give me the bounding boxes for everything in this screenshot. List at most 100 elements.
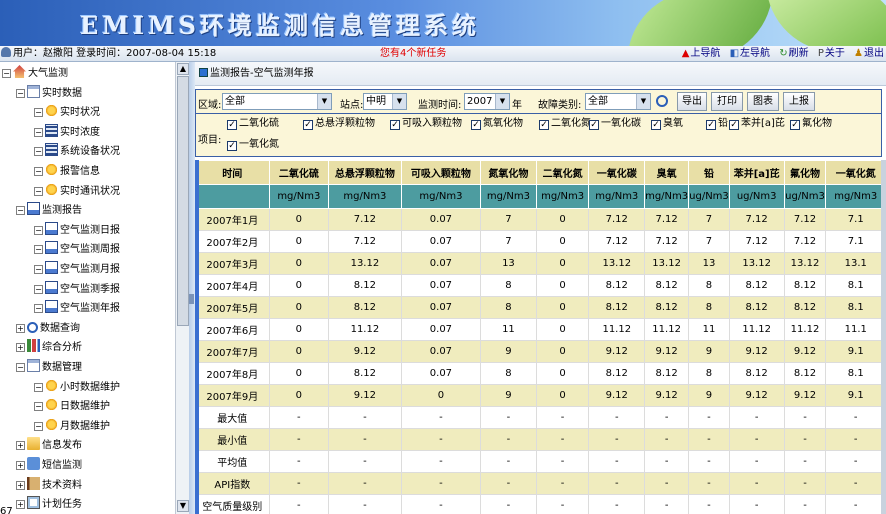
expand-icon[interactable]: + [16,500,25,510]
expand-icon[interactable]: + [16,480,25,490]
collapse-icon[interactable]: − [34,265,43,274]
tree-item[interactable]: − 系统设备状况 [34,143,120,161]
column-header[interactable]: 二氧化氮 [535,160,590,185]
tree-item[interactable]: − 实时浓度 [34,123,100,142]
column-header[interactable]: 氮氧化物 [480,160,537,185]
tree-item[interactable]: − 数据管理 [16,359,82,377]
collapse-icon[interactable]: − [34,284,43,294]
checkbox-check-icon[interactable]: ✓ [390,120,400,130]
expand-icon[interactable]: + [16,343,25,353]
checkbox-check-icon[interactable]: ✓ [651,120,661,130]
item-checkbox[interactable]: ✓ 可吸入颗粒物 [390,117,462,131]
item-checkbox[interactable]: ✓ 一氧化氮 [227,138,279,152]
column-header[interactable]: 总悬浮颗粒物 [328,160,402,185]
tree-item[interactable]: + 综合分析 [16,339,82,357]
scroll-thumb[interactable] [177,76,189,326]
checkbox-check-icon[interactable]: ✓ [227,120,237,130]
tree-item[interactable]: − 空气监测季报 [34,280,120,299]
collapse-icon[interactable]: − [34,245,43,255]
collapse-icon[interactable]: − [2,69,11,78]
about-button[interactable]: P关于 [818,48,845,59]
checkbox-check-icon[interactable]: ✓ [706,120,716,130]
tree-item[interactable]: + 计划任务 [16,496,82,514]
item-checkbox[interactable]: ✓ 臭氧 [651,117,683,131]
tree-item[interactable]: + 信息发布 [16,437,82,455]
collapse-icon[interactable]: − [34,127,43,137]
column-header[interactable]: 二氧化硫 [268,160,330,185]
tree-item[interactable]: + 数据查询 [16,320,80,338]
collapse-icon[interactable]: − [34,147,43,157]
tree-item[interactable]: − 实时通讯状况 [34,182,120,201]
tree-item[interactable]: + 短信监测 [16,457,82,475]
report-button[interactable]: 上报 [783,92,815,111]
tree-item[interactable]: − 月数据维护 [34,417,110,436]
collapse-icon[interactable]: − [34,382,43,392]
checkbox-check-icon[interactable]: ✓ [227,141,237,151]
region-select[interactable]: 全部 ▼ [222,93,332,110]
item-checkbox[interactable]: ✓ 总悬浮颗粒物 [303,117,375,131]
tree-item[interactable]: − 实时状况 [34,104,100,122]
tree-item[interactable]: − 空气监测年报 [34,300,120,318]
column-header[interactable]: 铅 [688,160,730,185]
column-header[interactable]: 氟化物 [783,160,827,185]
item-checkbox[interactable]: ✓ 铅 [706,117,728,131]
item-checkbox[interactable]: ✓ 一氧化碳 [589,117,641,131]
tree-item[interactable]: − 小时数据维护 [34,378,120,397]
checkbox-check-icon[interactable]: ✓ [303,120,313,130]
collapse-icon[interactable]: − [34,167,43,176]
export-button[interactable]: 导出 [677,92,707,111]
left-nav-button[interactable]: ◧左导航 [730,48,770,59]
station-select[interactable]: 中明 ▼ [363,93,407,110]
tree-item[interactable]: − 报警信息 [34,163,100,181]
chart-button[interactable]: 图表 [747,92,779,111]
fault-select[interactable]: 全部 ▼ [585,93,651,110]
collapse-icon[interactable]: − [34,304,43,314]
column-header[interactable]: 一氧化碳 [588,160,646,185]
left-scrollbar[interactable]: ▲ ▼ [175,62,189,514]
column-header[interactable]: 可吸入颗粒物 [400,160,482,185]
collapse-icon[interactable]: − [34,225,43,235]
collapse-icon[interactable]: − [34,108,43,118]
tree-item[interactable]: − 监测报告 [16,202,82,220]
tree-item[interactable]: − 日数据维护 [34,398,110,416]
collapse-icon[interactable]: − [34,402,43,412]
item-checkbox[interactable]: ✓ 二氧化硫 [227,117,279,131]
tree-item[interactable]: − 大气监测 [2,65,68,83]
scroll-down-arrow-icon[interactable]: ▼ [177,500,189,512]
expand-icon[interactable]: + [16,461,25,470]
checkbox-check-icon[interactable]: ✓ [729,120,739,130]
expand-icon[interactable]: + [16,323,25,333]
collapse-icon[interactable]: − [34,186,43,196]
tree-item[interactable]: − 空气监测周报 [34,241,120,259]
column-header[interactable]: 苯并[a]芘 [728,160,785,185]
checkbox-check-icon[interactable]: ✓ [471,120,481,130]
tree-item[interactable]: + 技术资料 [16,476,82,495]
table-scrollbar[interactable] [881,160,886,514]
column-header[interactable]: 一氧化氮 [825,160,886,185]
scroll-up-arrow-icon[interactable]: ▲ [177,63,189,75]
exit-button[interactable]: ♟退出 [854,48,884,59]
top-nav-button[interactable]: ▲上导航 [682,48,721,59]
tree-item[interactable]: − 空气监测月报 [34,261,120,279]
splitter-grip-icon[interactable] [189,294,194,304]
tree-item[interactable]: − 空气监测日报 [34,221,120,240]
item-checkbox[interactable]: ✓ 苯并[a]芘 [729,117,785,131]
expand-icon[interactable]: + [16,441,25,451]
checkbox-check-icon[interactable]: ✓ [589,120,599,130]
column-header[interactable]: 臭氧 [644,160,690,185]
checkbox-check-icon[interactable]: ✓ [539,120,549,130]
collapse-icon[interactable]: − [34,421,43,431]
collapse-icon[interactable]: − [16,206,25,216]
search-icon[interactable] [656,95,668,107]
tree-item[interactable]: − 实时数据 [16,84,82,103]
new-tasks-link[interactable]: 您有4个新任务 [380,46,446,62]
year-select[interactable]: 2007 ▼ [464,93,510,110]
item-checkbox[interactable]: ✓ 二氧化氮 [539,117,591,131]
item-checkbox[interactable]: ✓ 氟化物 [790,117,832,131]
print-button[interactable]: 打印 [711,92,743,111]
checkbox-check-icon[interactable]: ✓ [790,120,800,130]
item-checkbox[interactable]: ✓ 氮氧化物 [471,117,523,131]
column-header[interactable]: 时间 [195,160,270,185]
collapse-icon[interactable]: − [16,88,25,98]
refresh-button[interactable]: ↻刷新 [779,48,808,59]
